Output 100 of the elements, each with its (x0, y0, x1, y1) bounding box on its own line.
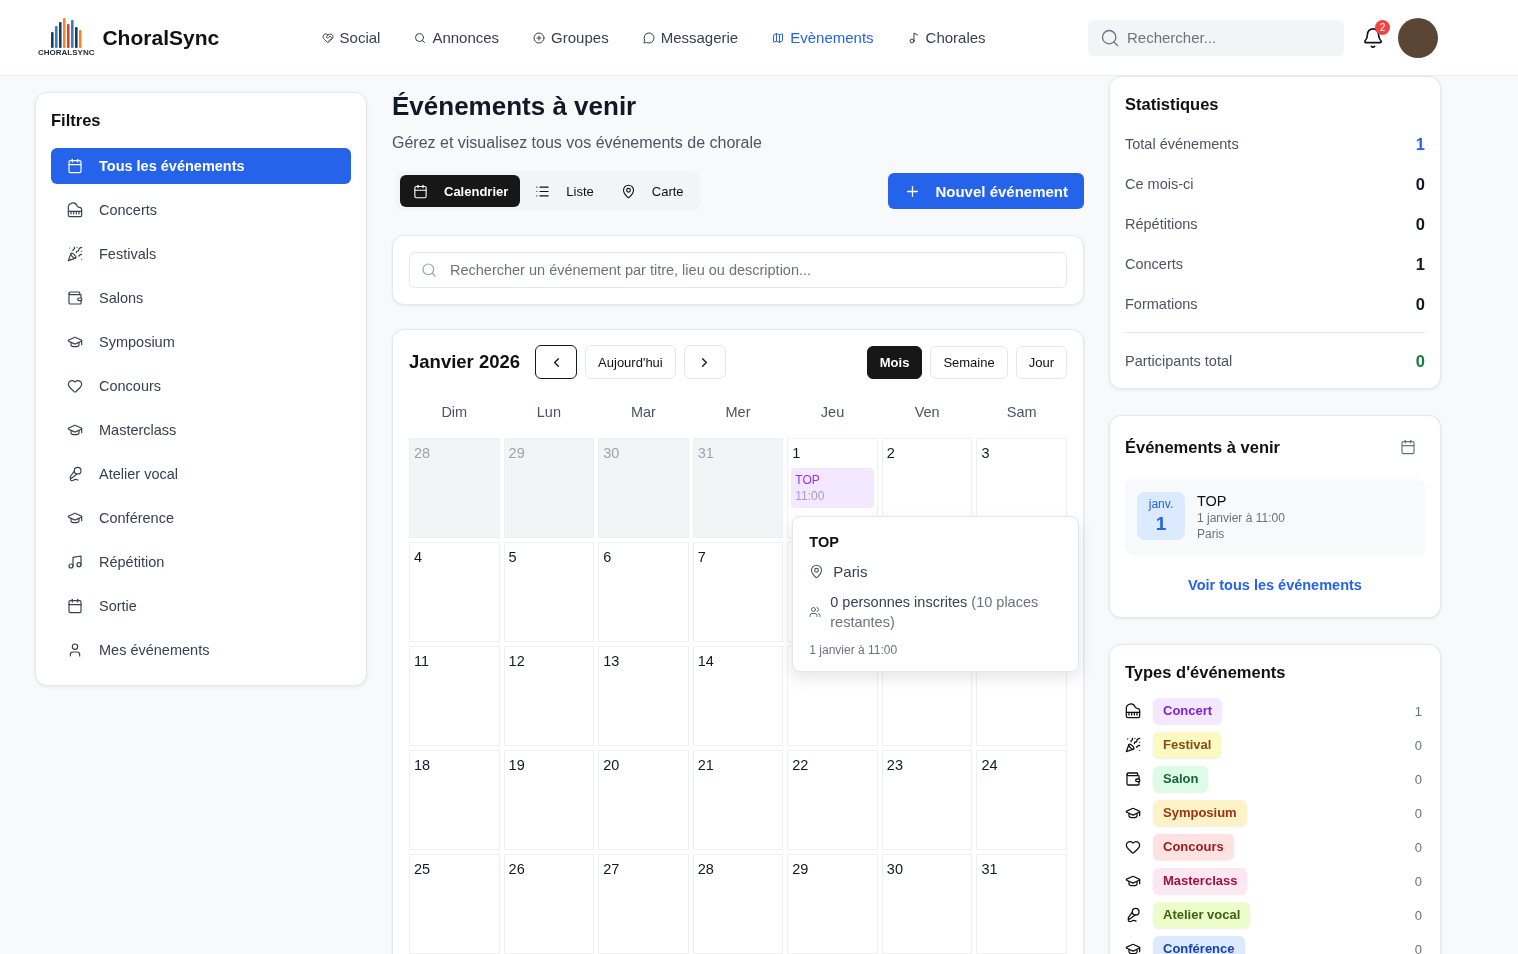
type-tag: Salon (1153, 766, 1209, 792)
day-number: 18 (413, 756, 431, 774)
event-title: TOP (1197, 492, 1228, 510)
card-title: Événements à venir (1125, 437, 1280, 458)
brand-name: ChoralSync (102, 25, 220, 50)
stat-label: Formations (1125, 296, 1198, 312)
graduation-cap-icon (67, 510, 83, 526)
day-number: 4 (413, 548, 423, 566)
popover-title: TOP (809, 533, 840, 551)
day-number: 11 (413, 652, 430, 670)
type-count: 0 (1414, 771, 1423, 787)
day-number: 28 (413, 444, 431, 462)
event-search-field[interactable]: Rechercher un événement par titre, lieu ou description... (409, 252, 1067, 288)
day-number: 31 (980, 860, 998, 878)
list-icon (535, 183, 551, 199)
day-number: 22 (791, 756, 809, 774)
weekday-label: Mar (629, 404, 657, 420)
day-number: 23 (885, 756, 903, 774)
search-field[interactable]: Rechercher... (1088, 19, 1344, 56)
filter-item[interactable]: Symposium (51, 324, 351, 360)
type-tag: Concert (1153, 698, 1223, 724)
weekday-label: Mer (724, 404, 752, 420)
type-tag: Concours (1153, 834, 1234, 860)
filter-item[interactable]: Salons (51, 280, 351, 316)
calendar-icon (1400, 439, 1416, 455)
nav-link[interactable]: Annonces (414, 25, 500, 50)
filter-item[interactable]: Concours (51, 368, 351, 404)
filter-item[interactable]: Répétition (51, 544, 351, 580)
today-button[interactable]: Aujourd'hui (585, 345, 676, 379)
microphone-icon (1125, 907, 1141, 923)
filter-item[interactable]: Sortie (51, 588, 351, 624)
view-tab[interactable]: Carte (607, 175, 696, 207)
new-event-button[interactable]: Nouvel événement (888, 173, 1084, 209)
user-icon (67, 642, 83, 658)
day-number: 29 (507, 444, 525, 462)
event-chip[interactable]: TOP 11:00 (791, 468, 874, 508)
view-mode-tab[interactable]: Jour (1015, 345, 1067, 379)
avatar-placeholder[interactable] (1398, 17, 1438, 58)
wallet-icon (1125, 771, 1141, 787)
chat-bubble-icon (642, 31, 655, 44)
day-number: 19 (507, 756, 525, 774)
view-tab[interactable]: Liste (522, 175, 606, 207)
date-month: janv. (1148, 497, 1174, 512)
graduation-cap-icon (67, 334, 83, 350)
logo-icon (49, 18, 83, 48)
type-tag: Festival (1153, 732, 1222, 758)
type-count: 0 (1414, 737, 1423, 753)
card-title: Types d'événements (1125, 662, 1287, 683)
stat-value: 1 (1415, 254, 1425, 274)
event-date: 1 janvier à 11:00 (1197, 510, 1285, 526)
event-date: 1 janvier à 11:00 (809, 643, 899, 657)
filter-item[interactable]: Conférence (51, 500, 351, 536)
nav-link[interactable]: Social (321, 25, 381, 50)
filter-item[interactable]: Concerts (51, 192, 351, 228)
day-number: 6 (602, 548, 612, 566)
event-location: Paris (833, 563, 868, 580)
filter-item[interactable]: Masterclass (51, 412, 351, 448)
nav-link[interactable]: Groupes (533, 25, 609, 50)
type-count: 0 (1414, 873, 1423, 889)
nav-link[interactable]: Evènements (772, 25, 874, 50)
day-number: 21 (696, 756, 714, 774)
users-icon (809, 606, 822, 618)
view-tab[interactable]: Calendrier (400, 175, 521, 207)
stat-value: 0 (1415, 294, 1425, 314)
party-popper-icon (67, 246, 83, 262)
day-number: 27 (602, 860, 620, 878)
view-all-link[interactable]: Voir tous les événements (1188, 577, 1362, 593)
upcoming-event-item[interactable]: janv. 1 TOP 1 janvier à 11:00 Paris (1125, 479, 1425, 555)
filter-item[interactable]: Mes événements (51, 632, 351, 668)
view-mode-tab[interactable]: Semaine (930, 345, 1008, 379)
attendance-text: 0 personnes inscrites (10 places restantes) (830, 593, 1040, 632)
view-mode-tab[interactable]: Mois (866, 345, 923, 379)
calendar-icon (67, 598, 83, 614)
stat-label: Répétitions (1125, 216, 1198, 232)
notifications-button[interactable]: 2 (1362, 19, 1390, 49)
magnifier-icon (414, 31, 427, 44)
day-number: 13 (602, 652, 620, 670)
piano-icon (67, 202, 83, 218)
music-note-icon (907, 31, 920, 44)
calendar-icon (67, 158, 83, 174)
graduation-cap-icon (1125, 941, 1141, 954)
day-number: 12 (507, 652, 525, 670)
day-number: 26 (507, 860, 525, 878)
filter-item[interactable]: Festivals (51, 236, 351, 272)
month-title: Janvier 2026 (409, 351, 521, 373)
nav-link[interactable]: Messagerie (642, 25, 739, 50)
day-number: 24 (980, 756, 998, 774)
heart-icon (67, 378, 83, 394)
filter-item[interactable]: Atelier vocal (51, 456, 351, 492)
previous-month-button[interactable] (535, 345, 578, 379)
filter-item[interactable]: Tous les événements (51, 148, 351, 184)
day-number: 3 (980, 444, 990, 462)
nav-link[interactable]: Chorales (907, 25, 986, 50)
type-tag: Symposium (1153, 800, 1247, 826)
day-number: 29 (791, 860, 809, 878)
graduation-cap-icon (1125, 805, 1141, 821)
map-icon (772, 31, 785, 44)
weekday-label: Sam (1005, 404, 1038, 420)
stat-label: Participants total (1125, 353, 1233, 369)
day-number: 30 (602, 444, 620, 462)
